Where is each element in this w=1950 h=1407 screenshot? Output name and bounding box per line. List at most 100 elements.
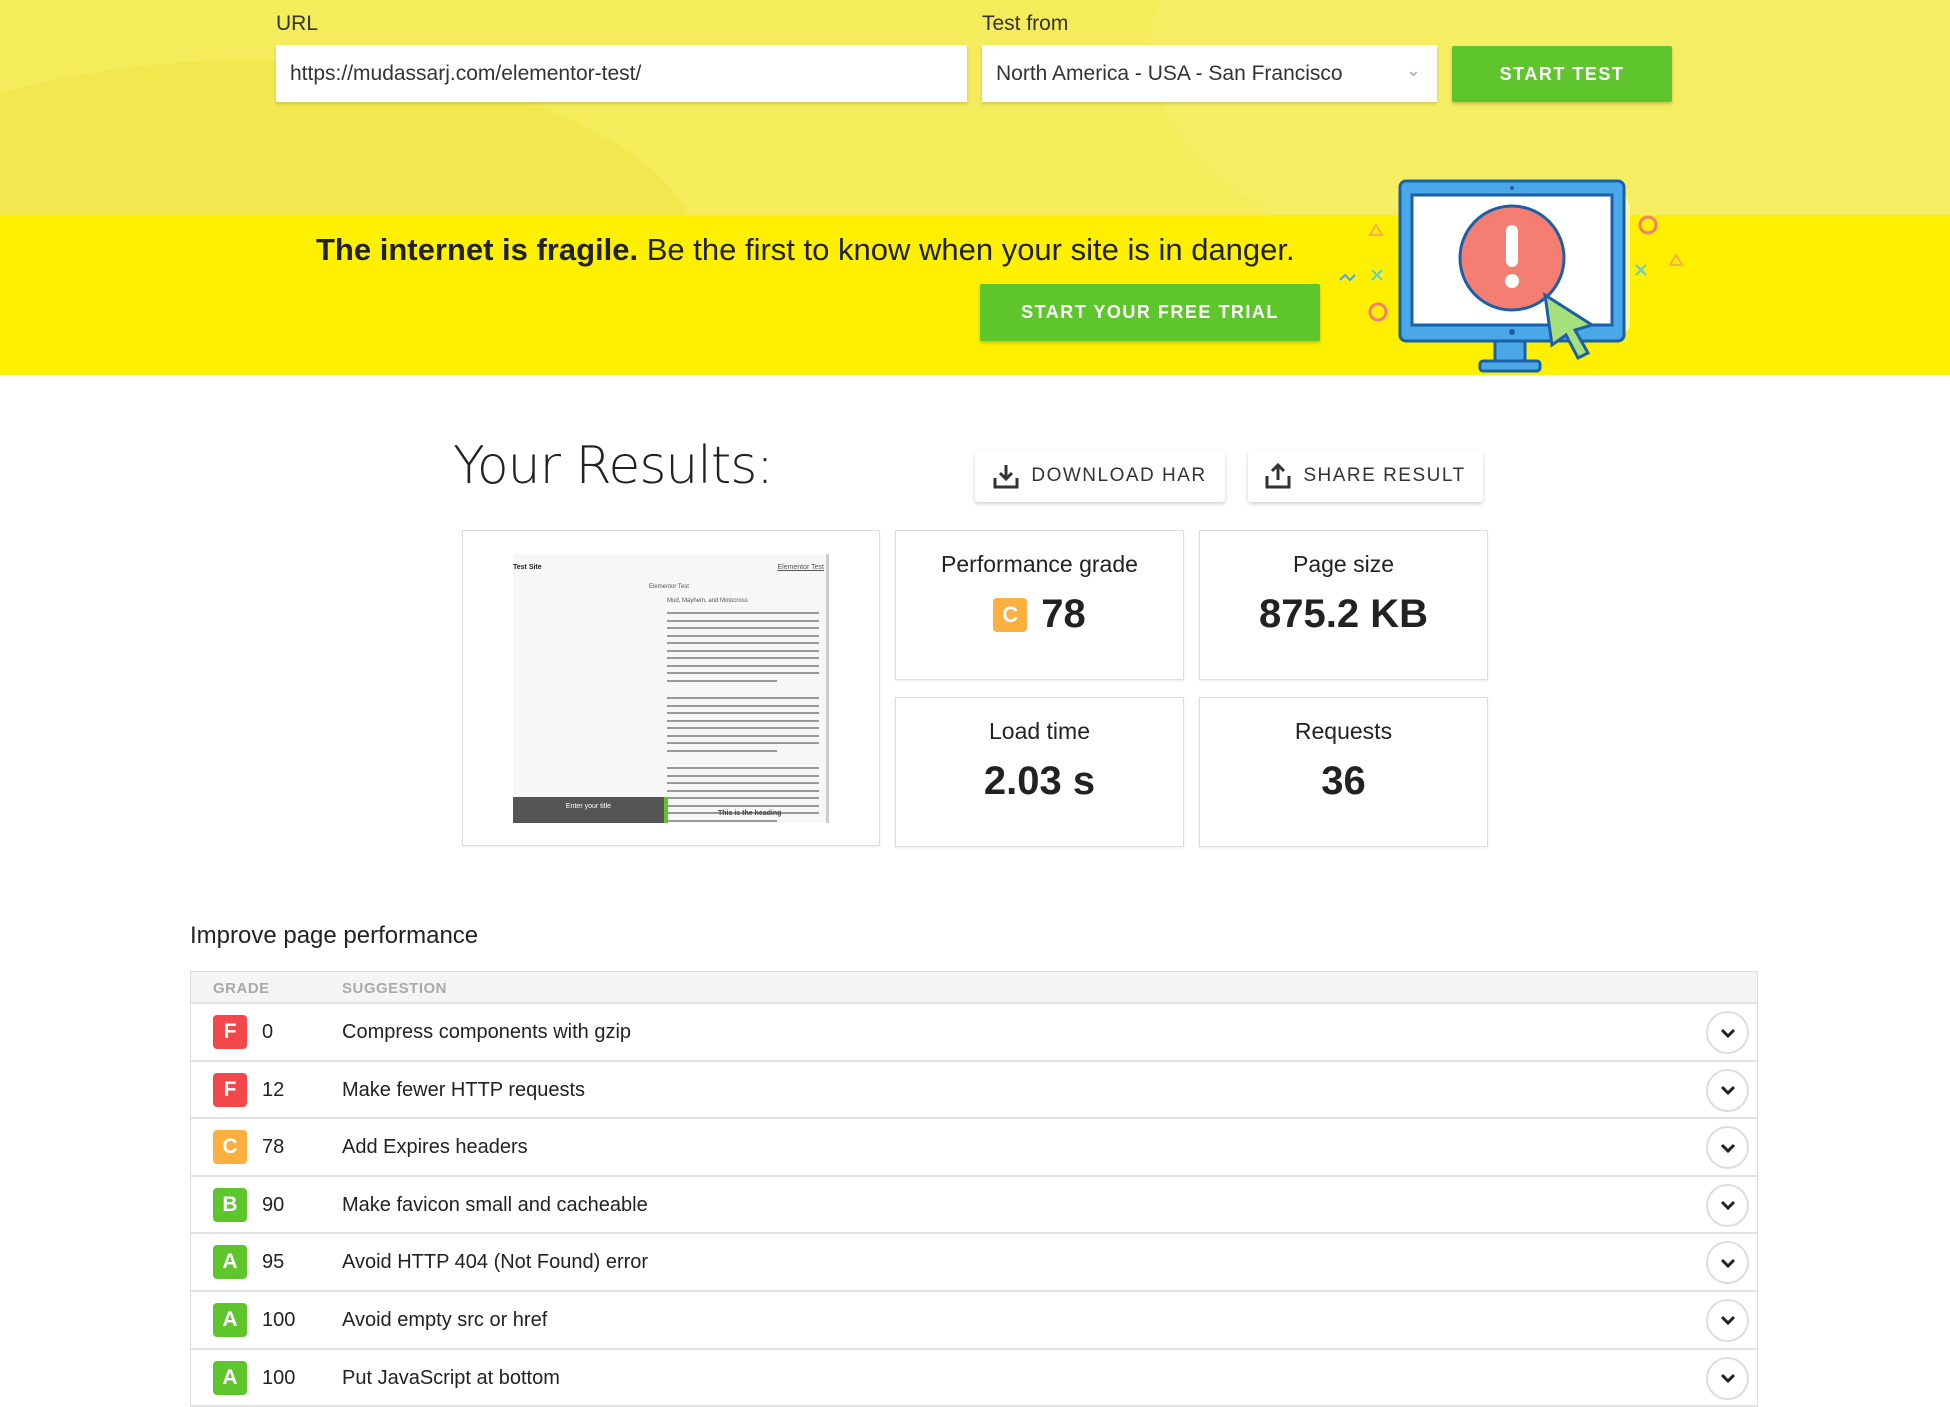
- monitor-alert-illustration: [1339, 179, 1684, 373]
- table-row[interactable]: C 78 Add Expires headers: [191, 1119, 1757, 1177]
- chevron-down-icon: [1720, 1143, 1735, 1153]
- chevron-down-icon: [1720, 1258, 1735, 1268]
- free-trial-button[interactable]: START YOUR FREE TRIAL: [980, 284, 1320, 341]
- expand-button[interactable]: [1706, 1241, 1749, 1285]
- grade-badge: A: [213, 1302, 247, 1337]
- share-result-label: SHARE RESULT: [1303, 465, 1466, 486]
- load-time-card: Load time 2.03 s: [895, 697, 1184, 847]
- thumb-text-line: [667, 782, 819, 784]
- thumb-post-title: Mud, Mayhem, and Motocross: [667, 598, 748, 604]
- page-size-value: 875.2 KB: [1259, 592, 1428, 636]
- grade-badge: C: [993, 597, 1028, 632]
- thumb-footer-left: Enter your title: [513, 797, 668, 823]
- grade-badge: F: [213, 1072, 247, 1107]
- expand-button[interactable]: [1706, 1011, 1749, 1054]
- suggestion-text: Put JavaScript at bottom: [342, 1366, 560, 1389]
- score: 90: [262, 1193, 285, 1216]
- thumb-text-line: [667, 774, 819, 777]
- results-title: Your Results:: [453, 436, 774, 496]
- expand-button[interactable]: [1706, 1068, 1749, 1112]
- load-time-value: 2.03 s: [983, 759, 1096, 803]
- table-row[interactable]: F 12 Make fewer HTTP requests: [191, 1062, 1757, 1120]
- grade-badge: A: [213, 1245, 247, 1280]
- url-label: URL: [276, 12, 319, 35]
- thumb-text-line: [667, 797, 819, 799]
- thumb-text-line: [667, 634, 819, 637]
- thumb-text-line: [667, 697, 819, 699]
- table-row[interactable]: A 100 Avoid empty src or href: [191, 1292, 1757, 1350]
- thumb-text-line: [667, 749, 777, 752]
- performance-score: 78: [1041, 592, 1086, 636]
- grade-badge: B: [213, 1187, 247, 1222]
- download-har-label: DOWNLOAD HAR: [1031, 465, 1207, 486]
- thumb-text-line: [667, 642, 819, 644]
- thumb-text-line: [667, 727, 819, 729]
- requests-card: Requests 36: [1199, 697, 1488, 847]
- suggestion-text: Avoid empty src or href: [342, 1308, 548, 1331]
- start-test-button[interactable]: START TEST: [1452, 46, 1672, 102]
- expand-button[interactable]: [1706, 1356, 1749, 1400]
- expand-button[interactable]: [1706, 1126, 1749, 1170]
- banner-headline: The internet is fragile. Be the first to…: [316, 232, 1295, 268]
- thumb-nav: Elementor Test: [777, 564, 824, 571]
- chevron-down-icon: [1720, 1201, 1735, 1211]
- thumb-footer-right: This is the heading: [718, 810, 782, 817]
- thumb-site-name: Test Site: [513, 564, 542, 571]
- thumb-text-line: [667, 657, 819, 659]
- grade-badge: A: [213, 1360, 247, 1395]
- headline-rest: Be the first to know when your site is i…: [638, 232, 1295, 267]
- thumb-text-line: [667, 742, 819, 744]
- thumb-page-title: Elementor Test: [649, 584, 689, 590]
- grade-column-header: GRADE: [213, 980, 270, 997]
- test-from-select[interactable]: North America - USA - San Francisco ⌄: [982, 45, 1437, 102]
- requests-value: 36: [1321, 759, 1366, 803]
- score: 100: [262, 1366, 296, 1389]
- score: 95: [262, 1251, 285, 1274]
- download-har-button[interactable]: DOWNLOAD HAR: [975, 450, 1225, 502]
- expand-button[interactable]: [1706, 1183, 1749, 1227]
- suggestion-text: Avoid HTTP 404 (Not Found) error: [342, 1251, 649, 1274]
- test-from-label: Test from: [982, 12, 1069, 35]
- page-screenshot-card: Test Site Elementor Test Elementor Test …: [462, 530, 880, 846]
- expand-button[interactable]: [1706, 1298, 1749, 1342]
- page-size-label: Page size: [1292, 551, 1394, 577]
- thumb-text-line: [667, 734, 819, 737]
- chevron-down-icon: [1720, 1316, 1735, 1326]
- score: 12: [262, 1078, 285, 1101]
- performance-grade-card: Performance grade C 78: [895, 530, 1184, 680]
- headline-bold: The internet is fragile.: [316, 232, 639, 267]
- thumb-text-line: [667, 712, 819, 714]
- page-screenshot: Test Site Elementor Test Elementor Test …: [513, 554, 829, 823]
- suggestion-text: Add Expires headers: [342, 1136, 528, 1159]
- table-row[interactable]: F 0 Compress components with gzip: [191, 1004, 1757, 1062]
- suggestion-text: Make fewer HTTP requests: [342, 1078, 586, 1101]
- table-row[interactable]: A 95 Avoid HTTP 404 (Not Found) error: [191, 1234, 1757, 1292]
- performance-grade-label: Performance grade: [941, 551, 1138, 577]
- thumb-text-line: [667, 672, 819, 674]
- share-icon: [1265, 463, 1291, 489]
- thumb-text-line: [667, 664, 819, 667]
- thumb-text-line: [667, 719, 819, 722]
- thumb-text-line: [667, 627, 819, 629]
- chevron-down-icon: [1720, 1028, 1735, 1038]
- grade-badge: C: [213, 1130, 247, 1165]
- thumb-text-line: [667, 679, 777, 682]
- thumb-text-line: [667, 612, 819, 614]
- thumb-text-line: [667, 789, 819, 792]
- thumb-text-line: [667, 804, 819, 807]
- thumb-text-line: [667, 819, 777, 822]
- suggestion-column-header: SUGGESTION: [342, 980, 448, 997]
- requests-label: Requests: [1294, 718, 1393, 744]
- grade-badge: F: [213, 1015, 247, 1049]
- load-time-label: Load time: [988, 718, 1090, 744]
- score: 100: [262, 1308, 296, 1331]
- table-row[interactable]: A 100 Put JavaScript at bottom: [191, 1350, 1757, 1407]
- chevron-down-icon: [1720, 1374, 1735, 1384]
- table-row[interactable]: B 90 Make favicon small and cacheable: [191, 1177, 1757, 1235]
- thumb-text-line: [667, 649, 819, 652]
- share-result-button[interactable]: SHARE RESULT: [1248, 450, 1483, 502]
- page-size-card: Page size 875.2 KB: [1199, 530, 1488, 680]
- chevron-down-icon: ⌄: [1405, 60, 1421, 80]
- url-input[interactable]: https://mudassarj.com/elementor-test/: [276, 45, 967, 102]
- suggestion-text: Make favicon small and cacheable: [342, 1193, 648, 1216]
